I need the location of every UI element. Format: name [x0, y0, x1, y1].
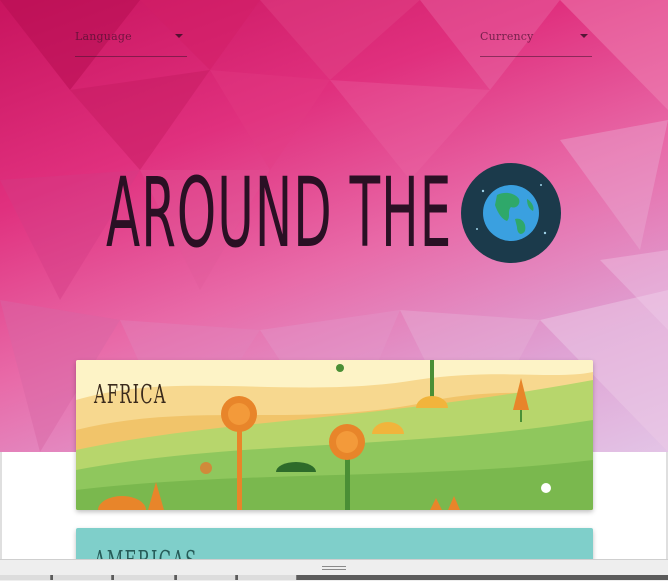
currency-select[interactable]: Currency: [480, 22, 592, 57]
language-select[interactable]: Language: [75, 22, 187, 57]
taskbar-item[interactable]: [53, 575, 112, 580]
taskbar-item[interactable]: [177, 575, 236, 580]
site-title: AROUND THE: [106, 157, 453, 269]
chevron-down-icon: [175, 34, 183, 38]
taskbar-item[interactable]: [114, 575, 175, 580]
taskbar-item[interactable]: [0, 575, 51, 580]
taskbar-item[interactable]: [238, 575, 297, 580]
drag-handle-icon[interactable]: [322, 566, 346, 567]
africa-card-title: AFRICA: [94, 380, 167, 410]
africa-card[interactable]: AFRICA: [76, 360, 593, 510]
chevron-down-icon: [580, 34, 588, 38]
taskbar: [0, 575, 668, 580]
language-select-label: Language: [75, 30, 132, 43]
globe-icon: [461, 163, 561, 263]
currency-select-label: Currency: [480, 30, 534, 43]
